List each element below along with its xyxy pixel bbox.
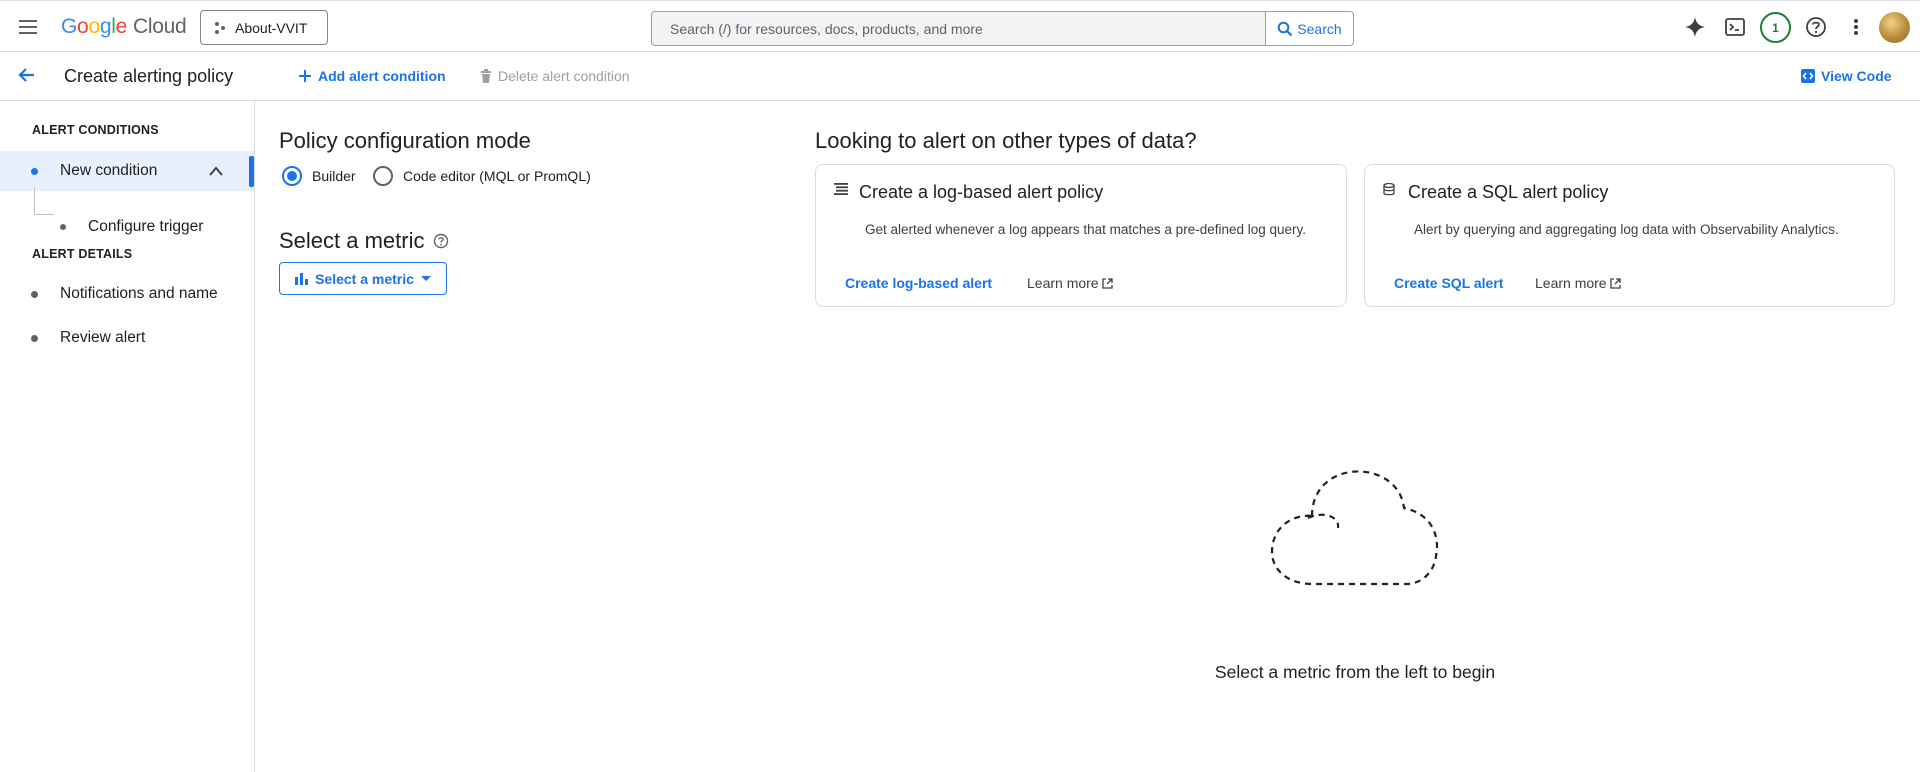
account-avatar[interactable]	[1879, 12, 1910, 43]
add-alert-condition-label: Add alert condition	[318, 68, 446, 84]
step-dot	[60, 224, 66, 230]
help-icon[interactable]	[1804, 15, 1828, 39]
search-icon	[1278, 21, 1293, 36]
bar-chart-icon	[295, 272, 309, 285]
project-icon	[215, 21, 225, 34]
policy-configuration-mode-title: Policy configuration mode	[279, 128, 531, 153]
builder-radio-label: Builder	[312, 168, 356, 184]
back-arrow-icon[interactable]	[17, 65, 41, 89]
other-types-title: Looking to alert on other types of data?	[815, 128, 1197, 153]
sidebar-item-review-alert[interactable]: Review alert	[0, 318, 254, 358]
page-title: Create alerting policy	[64, 66, 234, 86]
cloud-shell-icon[interactable]	[1723, 15, 1747, 39]
alert-steps-sidebar: ALERT CONDITIONS New condition Configure…	[0, 101, 255, 772]
sql-card-description: Alert by querying and aggregating log da…	[1414, 222, 1839, 237]
code-editor-radio[interactable]	[373, 166, 393, 186]
search-bar: Search	[651, 11, 1354, 46]
sidebar-item-label: New condition	[60, 162, 158, 179]
alert-details-heading: ALERT DETAILS	[32, 247, 133, 261]
builder-radio[interactable]	[282, 166, 302, 186]
sidebar-item-label: Review alert	[60, 329, 146, 346]
code-icon	[1801, 69, 1815, 83]
log-list-icon	[834, 183, 848, 195]
main-menu-icon[interactable]	[16, 15, 40, 39]
alert-conditions-heading: ALERT CONDITIONS	[32, 123, 159, 137]
builder-radio-option[interactable]: Builder	[282, 166, 356, 186]
sql-alert-card: Create a SQL alert policy Alert by query…	[1364, 164, 1895, 307]
delete-alert-condition-label: Delete alert condition	[498, 68, 630, 84]
step-dot	[31, 334, 38, 342]
page-toolbar: Create alerting policy Add alert conditi…	[0, 53, 1920, 101]
sidebar-item-label: Configure trigger	[88, 218, 204, 235]
chevron-up-icon[interactable]	[208, 164, 224, 178]
logo-letter: G	[61, 15, 78, 38]
google-cloud-logo[interactable]: Google Cloud	[61, 15, 187, 39]
help-outline-icon[interactable]	[433, 233, 449, 249]
logo-letter: e	[115, 15, 128, 38]
gemini-sparkle-icon[interactable]	[1683, 15, 1707, 39]
database-icon	[1383, 183, 1395, 196]
external-link-icon	[1101, 277, 1113, 289]
top-bar: GoogleCloud About-VVIT Search 1	[0, 0, 1920, 52]
view-code-label: View Code	[1821, 68, 1892, 84]
sidebar-item-notifications-and-name[interactable]: Notifications and name	[0, 274, 254, 314]
logo-letter: g	[99, 15, 112, 38]
log-learn-more-link[interactable]: Learn more	[1027, 275, 1113, 291]
learn-more-label: Learn more	[1027, 275, 1099, 291]
sidebar-item-new-condition[interactable]: New condition	[0, 151, 254, 191]
code-editor-radio-option[interactable]: Code editor (MQL or PromQL)	[373, 166, 591, 186]
project-name: About-VVIT	[235, 19, 308, 36]
view-code-button[interactable]: View Code	[1801, 68, 1892, 84]
select-metric-title: Select a metric	[279, 228, 425, 253]
project-picker-button[interactable]: About-VVIT	[200, 10, 328, 45]
step-dot	[31, 167, 38, 175]
create-log-based-alert-link[interactable]: Create log-based alert	[845, 275, 992, 291]
logo-letter: o	[88, 15, 100, 38]
logo-product: Cloud	[132, 15, 187, 38]
code-editor-radio-label: Code editor (MQL or PromQL)	[403, 168, 591, 184]
sql-card-title: Create a SQL alert policy	[1408, 182, 1609, 202]
log-card-title: Create a log-based alert policy	[859, 182, 1104, 202]
add-alert-condition-button[interactable]: Add alert condition	[298, 68, 446, 84]
external-link-icon	[1609, 277, 1621, 289]
notifications-badge[interactable]: 1	[1760, 12, 1791, 43]
create-sql-alert-link[interactable]: Create SQL alert	[1394, 275, 1503, 291]
tree-connector	[34, 187, 54, 215]
log-based-alert-card: Create a log-based alert policy Get aler…	[815, 164, 1347, 307]
delete-alert-condition-button: Delete alert condition	[480, 68, 630, 84]
logo-letter: o	[77, 15, 89, 38]
search-input[interactable]	[652, 12, 1265, 45]
trash-icon	[481, 69, 491, 83]
active-step-indicator	[249, 156, 254, 187]
select-metric-title-row: Select a metric	[279, 228, 449, 254]
dropdown-arrow-icon	[420, 275, 431, 281]
log-card-description: Get alerted whenever a log appears that …	[865, 222, 1307, 237]
plus-icon	[299, 70, 311, 82]
more-options-icon[interactable]	[1844, 15, 1868, 39]
sidebar-item-label: Notifications and name	[60, 285, 218, 302]
learn-more-label: Learn more	[1535, 275, 1607, 291]
empty-state-cloud-icon	[1270, 470, 1438, 586]
search-button-label: Search	[1297, 20, 1342, 37]
search-button[interactable]: Search	[1265, 12, 1353, 45]
sidebar-item-configure-trigger[interactable]: Configure trigger	[60, 214, 203, 240]
select-metric-button[interactable]: Select a metric	[279, 262, 447, 295]
empty-state-message: Select a metric from the left to begin	[1214, 662, 1496, 682]
step-dot	[31, 290, 38, 298]
sql-learn-more-link[interactable]: Learn more	[1535, 275, 1621, 291]
select-metric-button-label: Select a metric	[315, 270, 414, 287]
